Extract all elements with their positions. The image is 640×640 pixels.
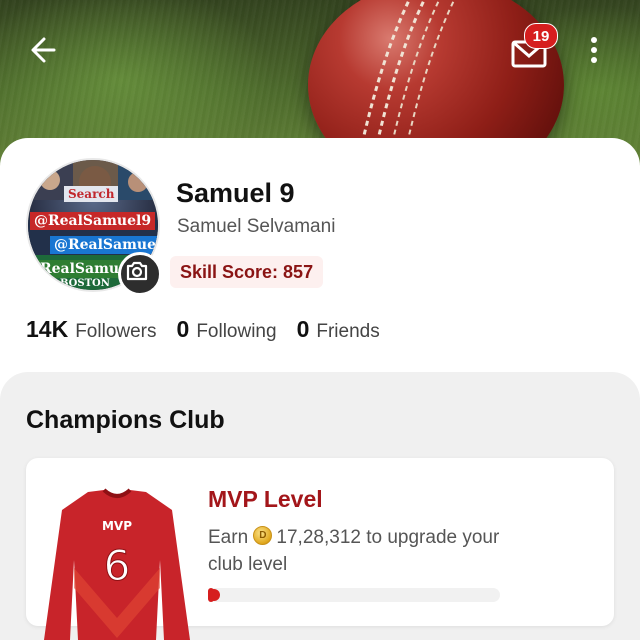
more-options-button[interactable]	[580, 32, 608, 68]
following-count: 0	[176, 316, 190, 342]
followers-label: Followers	[75, 321, 157, 342]
display-name: Samuel 9	[176, 178, 295, 208]
friends-stat[interactable]: 0 Friends	[297, 316, 380, 343]
avatar-text-2: @RealSamuel9	[30, 212, 156, 230]
back-button[interactable]	[26, 30, 66, 70]
club-section-title: Champions Club	[26, 406, 225, 434]
skill-score-badge: Skill Score: 857	[170, 256, 324, 288]
friends-label: Friends	[316, 321, 380, 342]
following-label: Following	[196, 321, 277, 342]
earn-prefix: Earn	[208, 527, 249, 548]
jersey-image: MVP 6	[44, 488, 190, 640]
level-progress-bar	[208, 588, 500, 602]
camera-icon	[126, 261, 148, 281]
earn-amount: 17,28,312	[276, 527, 361, 548]
friends-count: 0	[296, 316, 310, 342]
more-vertical-icon	[591, 37, 597, 63]
level-title: MVP Level	[208, 486, 323, 512]
following-stat[interactable]: 0 Following	[177, 316, 277, 343]
followers-count: 14K	[26, 316, 69, 342]
change-photo-button[interactable]	[118, 252, 162, 296]
followers-stat[interactable]: 14K Followers	[26, 316, 157, 343]
avatar-text-5: BOSTON	[60, 278, 110, 289]
stats-row: 14K Followers 0 Following 0 Friends	[26, 316, 380, 343]
avatar-text-1: Search	[64, 186, 119, 202]
full-name: Samuel Selvamani	[177, 216, 336, 237]
notification-badge: 19	[524, 23, 558, 49]
progress-indicator	[208, 589, 220, 601]
upgrade-text: Earn 17,28,312 to upgrade your club leve…	[208, 524, 538, 578]
coin-icon	[253, 526, 273, 545]
arrow-left-icon	[31, 37, 56, 63]
jersey-number: 6	[104, 541, 131, 590]
jersey-label: MVP	[102, 519, 132, 533]
